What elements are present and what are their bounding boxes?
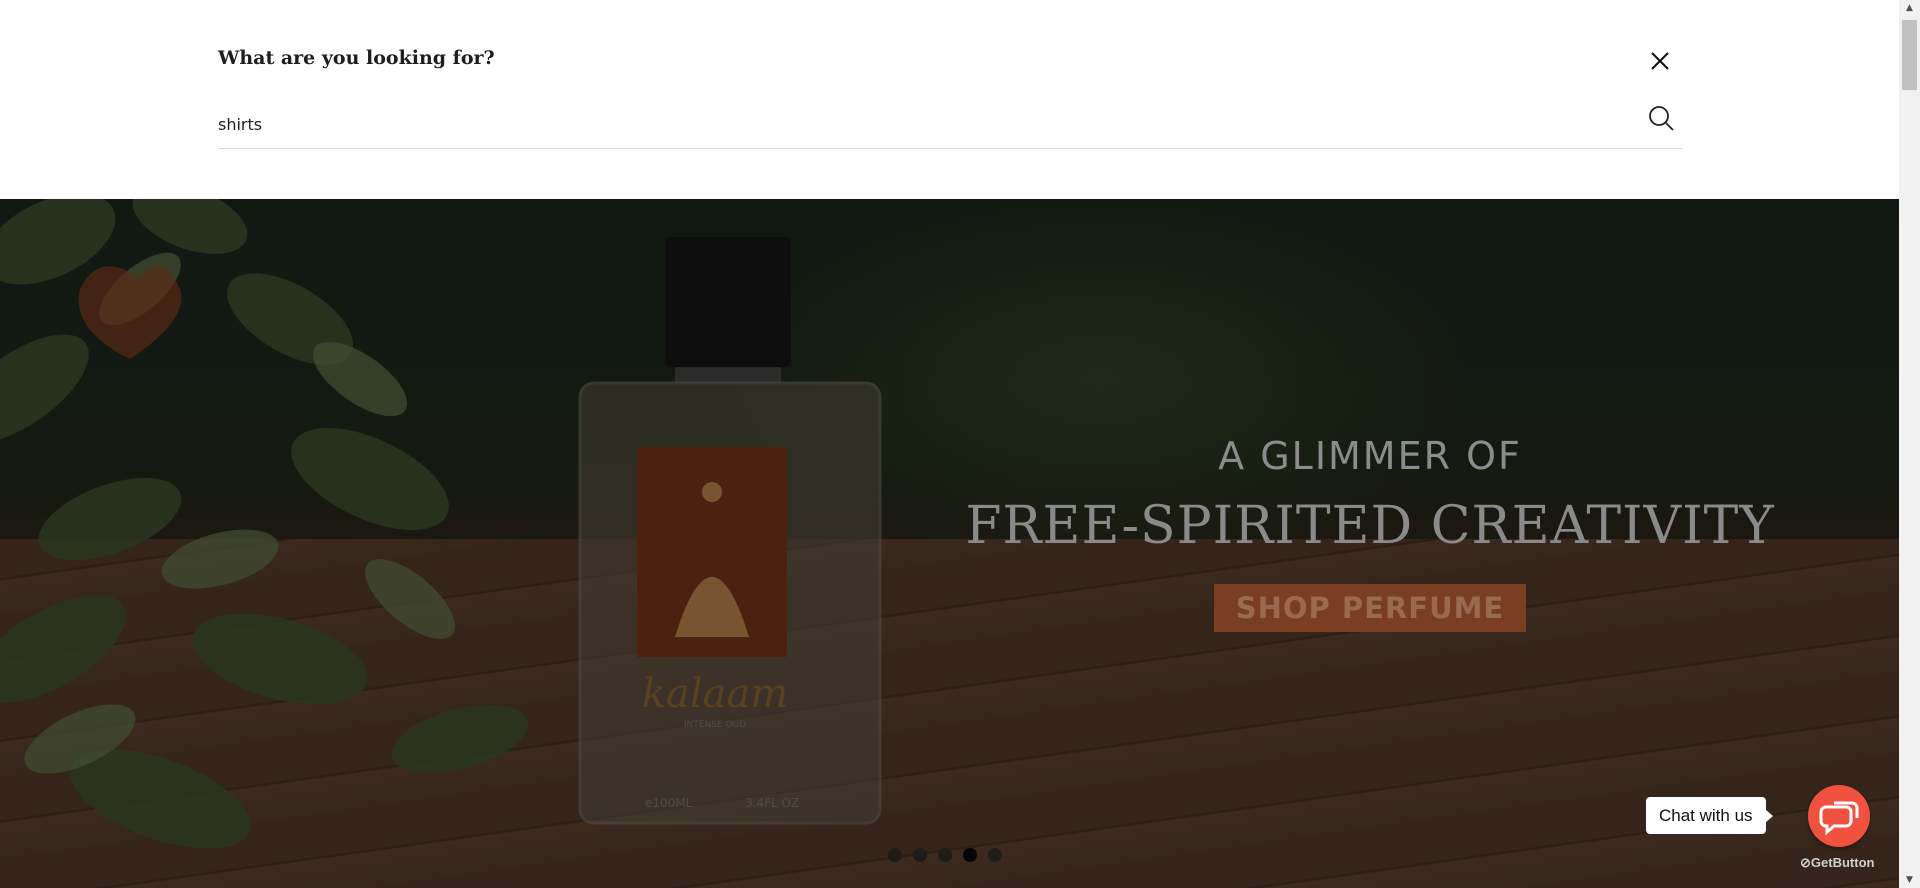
slider-dots — [888, 848, 1002, 862]
close-icon — [1651, 52, 1669, 70]
hero-caption: A GLIMMER OF FREE-SPIRITED CREATIVITY SH… — [960, 434, 1780, 632]
scroll-down-arrow-icon[interactable]: ▼ — [1899, 872, 1920, 888]
scroll-up-arrow-icon[interactable]: ▲ — [1899, 0, 1920, 16]
getbutton-logo-icon: ⊘ — [1800, 855, 1811, 870]
shop-perfume-button[interactable]: SHOP PERFUME — [1214, 584, 1526, 632]
getbutton-brand-link[interactable]: ⊘GetButton — [1800, 855, 1874, 871]
hero-headline: FREE-SPIRITED CREATIVITY — [965, 496, 1775, 556]
search-submit-button[interactable] — [1646, 104, 1676, 134]
slider-dot-1[interactable] — [888, 848, 902, 862]
close-button[interactable] — [1647, 48, 1673, 74]
chat-open-button[interactable] — [1808, 785, 1870, 847]
getbutton-label: GetButton — [1810, 855, 1875, 870]
slider-dot-5[interactable] — [988, 848, 1002, 862]
scroll-thumb[interactable] — [1902, 20, 1917, 90]
slider-dot-4-active[interactable] — [963, 848, 977, 862]
hero-slider: kalaam INTENSE OUD e100ML 3.4FL OZ A GLI… — [0, 199, 1899, 888]
chat-with-us-label[interactable]: Chat with us — [1646, 797, 1773, 834]
search-title: What are you looking for? — [218, 47, 495, 69]
chat-bubbles-icon — [1819, 801, 1859, 836]
hero-subhead: A GLIMMER OF — [1218, 434, 1522, 478]
search-input[interactable] — [218, 112, 1598, 136]
page-scrollbar[interactable]: ▲ ▼ — [1899, 0, 1920, 888]
search-panel: What are you looking for? — [0, 0, 1899, 199]
slider-dot-2[interactable] — [913, 848, 927, 862]
slider-dot-3[interactable] — [938, 848, 952, 862]
search-field-row — [218, 100, 1682, 149]
search-icon — [1649, 106, 1674, 131]
